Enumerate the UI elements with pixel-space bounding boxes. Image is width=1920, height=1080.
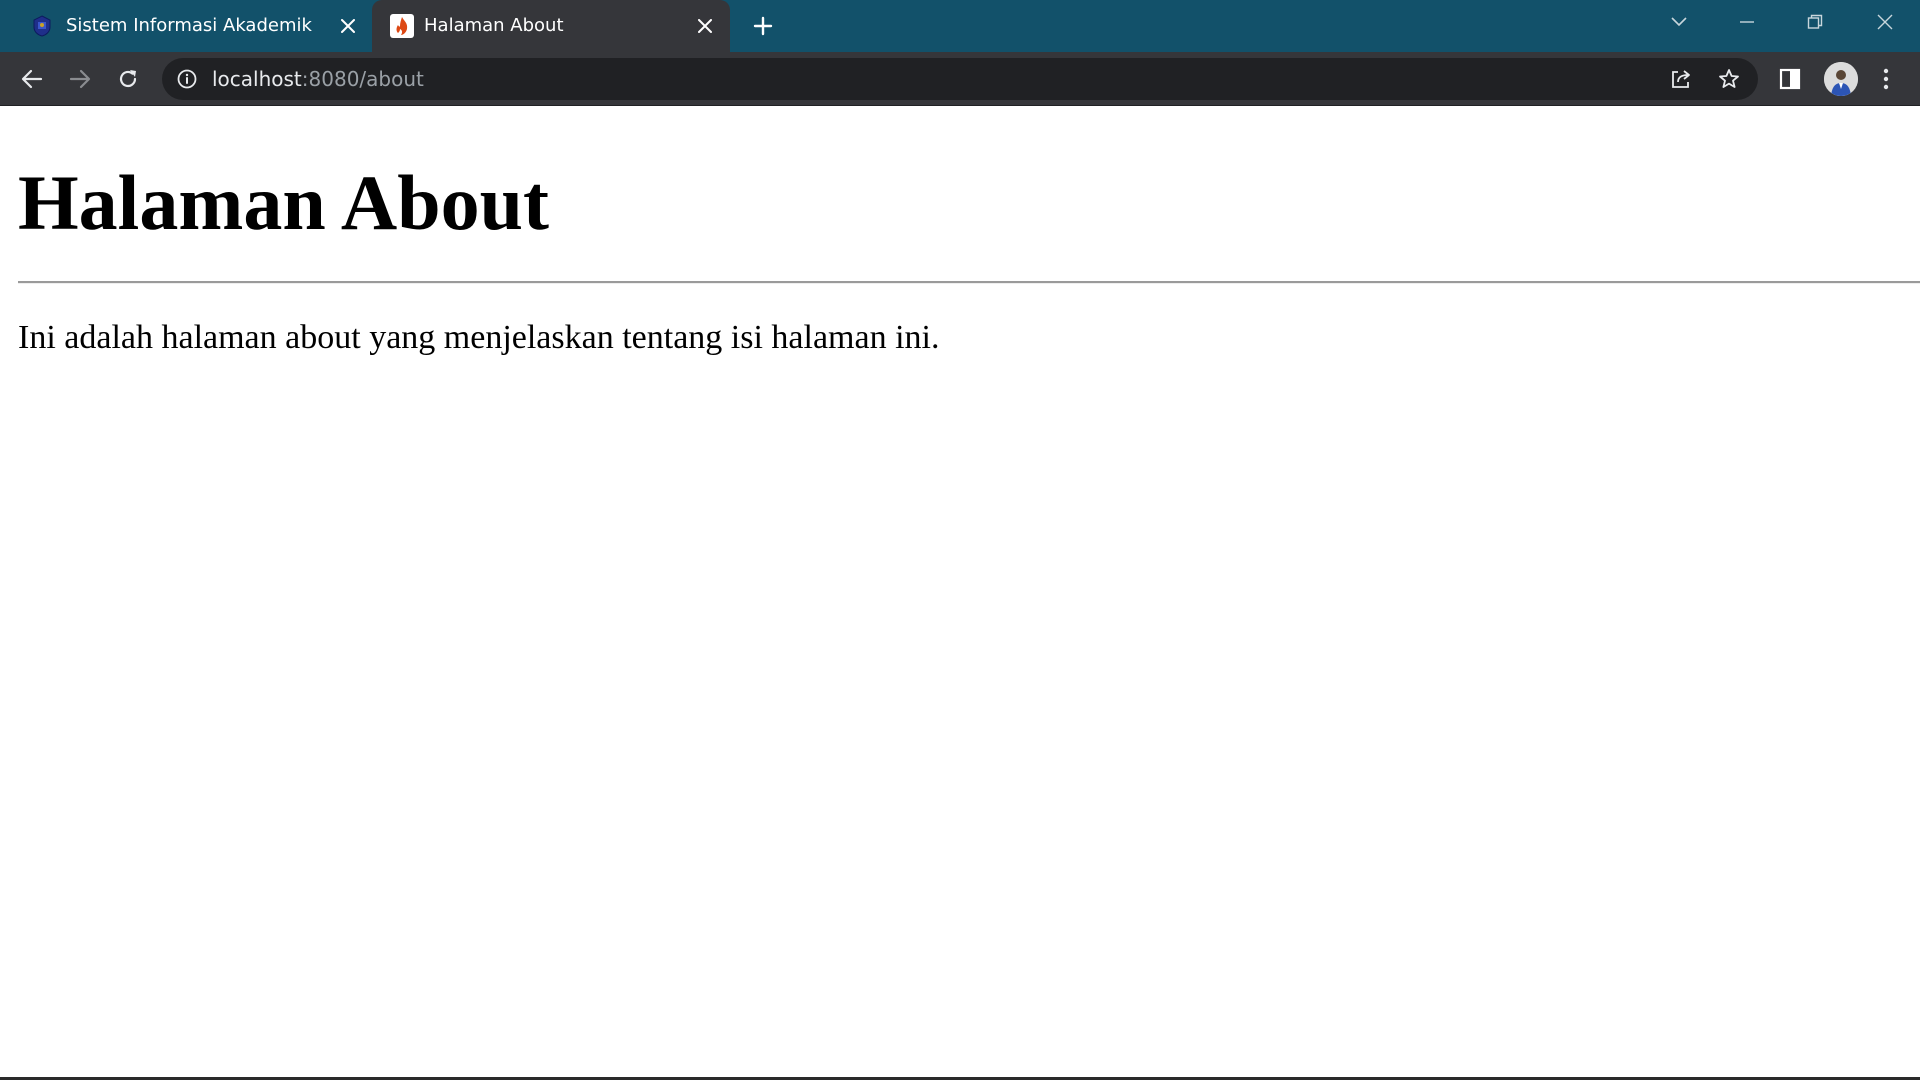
horizontal-rule	[18, 281, 1920, 284]
url-host: localhost	[212, 67, 302, 91]
close-tab-icon[interactable]	[335, 13, 361, 39]
reload-icon[interactable]	[110, 61, 146, 97]
tab-halaman-about[interactable]: Halaman About	[372, 0, 730, 52]
side-panel-icon[interactable]	[1772, 61, 1808, 97]
tab-sistem-informasi-akademik[interactable]: Sistem Informasi Akademik	[0, 0, 368, 52]
share-icon[interactable]	[1666, 64, 1696, 94]
new-tab-plus-icon[interactable]	[748, 11, 778, 41]
close-window-icon[interactable]	[1862, 0, 1908, 44]
restore-icon[interactable]	[1792, 0, 1838, 44]
url-text: localhost:8080/about	[212, 58, 424, 100]
minimize-icon[interactable]	[1724, 0, 1770, 44]
site-info-icon[interactable]	[176, 68, 198, 90]
page-title: Halaman About	[18, 159, 549, 246]
more-menu-icon[interactable]	[1868, 61, 1904, 97]
profile-avatar[interactable]	[1824, 62, 1858, 96]
page-content: Halaman About Ini adalah halaman about y…	[0, 107, 1920, 1080]
browser-tab-strip: Sistem Informasi Akademik Halaman About	[0, 0, 1920, 52]
tab-title: Sistem Informasi Akademik	[66, 15, 312, 36]
page-paragraph: Ini adalah halaman about yang menjelaska…	[18, 319, 940, 356]
forward-arrow-icon[interactable]	[62, 61, 98, 97]
back-arrow-icon[interactable]	[14, 61, 50, 97]
browser-toolbar: localhost:8080/about	[0, 52, 1920, 106]
codeigniter-flame-icon	[390, 14, 414, 38]
university-crest-icon	[30, 14, 54, 38]
tab-title: Halaman About	[424, 15, 564, 36]
close-tab-icon[interactable]	[692, 13, 718, 39]
url-path: :8080/about	[301, 67, 424, 91]
address-bar[interactable]: localhost:8080/about	[162, 58, 1758, 100]
tab-search-chevron-down-icon[interactable]	[1656, 0, 1702, 44]
bookmark-star-icon[interactable]	[1714, 64, 1744, 94]
